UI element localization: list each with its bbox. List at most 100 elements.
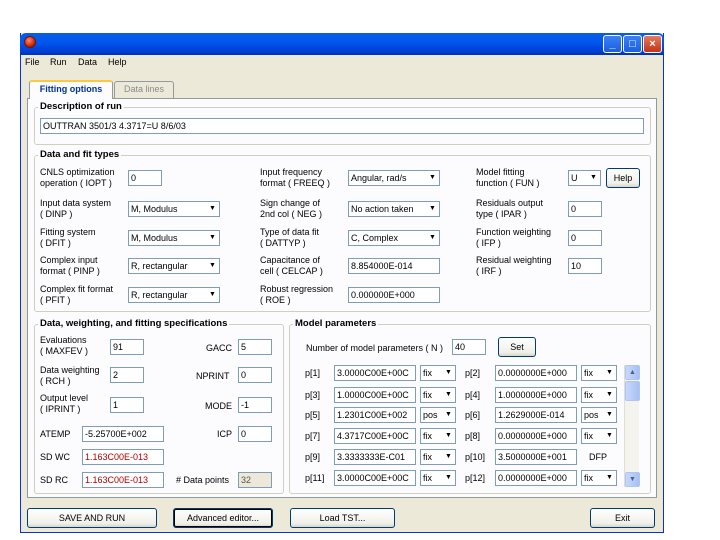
param-mode-select[interactable]: fix ▼ xyxy=(581,470,617,486)
fun-select[interactable]: U ▼ xyxy=(568,170,601,186)
menu-run[interactable]: Run xyxy=(50,57,67,67)
chevron-down-icon[interactable]: ▼ xyxy=(442,450,455,464)
app-icon xyxy=(24,36,36,48)
param-mode-select[interactable]: fix ▼ xyxy=(581,387,617,403)
param-value-field[interactable]: 4.3717C00E+00C xyxy=(334,428,416,444)
param-label: p[1] xyxy=(305,368,321,378)
ipar-field[interactable]: 0 xyxy=(568,201,602,217)
menu-help[interactable]: Help xyxy=(108,57,127,67)
param-value-field[interactable]: 1.2629000E-014 xyxy=(495,407,577,423)
scroll-down-icon[interactable]: ▼ xyxy=(625,472,640,487)
sdrc-field[interactable]: 1.163C00E-013 xyxy=(82,472,164,488)
chevron-down-icon[interactable]: ▼ xyxy=(603,429,616,443)
param-mode-select[interactable]: fix ▼ xyxy=(420,365,456,381)
set-button[interactable]: Set xyxy=(498,337,536,357)
param-mode-value: fix xyxy=(584,368,593,378)
param-mode-select[interactable]: fix ▼ xyxy=(581,365,617,381)
chevron-down-icon[interactable]: ▼ xyxy=(442,366,455,380)
save-and-run-button[interactable]: SAVE AND RUN xyxy=(27,508,157,528)
param-value-field[interactable]: 3.5000000E+001 xyxy=(495,449,577,465)
param-value-field[interactable]: 0.0000000E+000 xyxy=(495,470,577,486)
maximize-icon[interactable]: □ xyxy=(623,35,642,53)
maxfev-field[interactable]: 91 xyxy=(110,339,144,355)
chevron-down-icon[interactable]: ▼ xyxy=(206,259,219,273)
minimize-icon[interactable]: _ xyxy=(603,35,622,53)
data-fit-title: Data and fit types xyxy=(38,149,122,160)
roe-label-1: Robust regression xyxy=(260,284,334,294)
chevron-down-icon[interactable]: ▼ xyxy=(442,388,455,402)
tab-fitting-options[interactable]: Fitting options xyxy=(29,80,113,99)
load-tst-button[interactable]: Load TST... xyxy=(290,508,395,528)
param-mode-value: fix xyxy=(584,473,593,483)
params-scrollbar[interactable]: ▲ ▼ xyxy=(624,365,640,487)
title-bar[interactable] xyxy=(20,33,664,55)
sdrc-label: SD RC xyxy=(40,475,69,485)
chevron-down-icon[interactable]: ▼ xyxy=(603,408,616,422)
sdwc-field[interactable]: 1.163C00E-013 xyxy=(82,449,164,465)
chevron-down-icon[interactable]: ▼ xyxy=(587,171,600,185)
chevron-down-icon[interactable]: ▼ xyxy=(426,171,439,185)
menu-data[interactable]: Data xyxy=(78,57,97,67)
gacc-field[interactable]: 5 xyxy=(238,339,272,355)
param-value-field[interactable]: 1.2301C00E+002 xyxy=(334,407,416,423)
chevron-down-icon[interactable]: ▼ xyxy=(426,202,439,216)
param-mode-select[interactable]: pos ▼ xyxy=(420,407,456,423)
dinp-select[interactable]: M, Modulus ▼ xyxy=(128,201,220,217)
param-value-field[interactable]: 3.0000C00E+00C xyxy=(334,365,416,381)
menu-file[interactable]: File xyxy=(25,57,40,67)
iopt-field[interactable]: 0 xyxy=(128,170,162,186)
param-value-field[interactable]: 1.0000000E+000 xyxy=(495,387,577,403)
tab-data-lines[interactable]: Data lines xyxy=(114,81,174,98)
neg-select[interactable]: No action taken ▼ xyxy=(348,201,440,217)
param-mode-select[interactable]: fix ▼ xyxy=(420,449,456,465)
pinp-select[interactable]: R, rectangular ▼ xyxy=(128,258,220,274)
pfit-select[interactable]: R, rectangular ▼ xyxy=(128,287,220,303)
ifp-field[interactable]: 0 xyxy=(568,230,602,246)
param-value-field[interactable]: 1.0000C00E+00C xyxy=(334,387,416,403)
irf-field[interactable]: 10 xyxy=(568,258,602,274)
param-mode-select[interactable]: fix ▼ xyxy=(420,387,456,403)
mode-field[interactable]: -1 xyxy=(238,397,272,413)
dfit-select[interactable]: M, Modulus ▼ xyxy=(128,230,220,246)
dfit-label-2: ( DFIT ) xyxy=(40,238,71,248)
rch-field[interactable]: 2 xyxy=(110,367,144,383)
advanced-editor-button[interactable]: Advanced editor... xyxy=(173,508,273,528)
exit-button[interactable]: Exit xyxy=(590,508,655,528)
freq-select[interactable]: Angular, rad/s ▼ xyxy=(348,170,440,186)
scroll-up-icon[interactable]: ▲ xyxy=(625,365,640,380)
param-value-field[interactable]: 3.0000C00E+00C xyxy=(334,470,416,486)
param-mode-select[interactable]: fix ▼ xyxy=(420,470,456,486)
cecap-field[interactable]: 8.854000E-014 xyxy=(348,258,440,274)
chevron-down-icon[interactable]: ▼ xyxy=(442,408,455,422)
param-value-field[interactable]: 3.3333333E-C01 xyxy=(334,449,416,465)
atemp-field[interactable]: -5.25700E+002 xyxy=(82,426,164,442)
param-mode-select[interactable]: fix ▼ xyxy=(581,428,617,444)
chevron-down-icon[interactable]: ▼ xyxy=(442,471,455,485)
chevron-down-icon[interactable]: ▼ xyxy=(442,429,455,443)
chevron-down-icon[interactable]: ▼ xyxy=(206,231,219,245)
help-button[interactable]: Help xyxy=(606,168,640,188)
param-mode-select[interactable]: fix ▼ xyxy=(420,428,456,444)
param-value-field[interactable]: 0.0000000E+000 xyxy=(495,365,577,381)
chevron-down-icon[interactable]: ▼ xyxy=(426,231,439,245)
param-mode-select[interactable]: pos ▼ xyxy=(581,407,617,423)
chevron-down-icon[interactable]: ▼ xyxy=(603,471,616,485)
iprint-field[interactable]: 1 xyxy=(110,397,144,413)
roe-field[interactable]: 0.000000E+000 xyxy=(348,287,440,303)
chevron-down-icon[interactable]: ▼ xyxy=(206,202,219,216)
chevron-down-icon[interactable]: ▼ xyxy=(603,388,616,402)
description-input[interactable]: OUTTRAN 3501/3 4.3717=U 8/6/03 xyxy=(40,118,644,134)
param-label: p[12] xyxy=(465,473,486,483)
n-field[interactable]: 40 xyxy=(452,339,486,355)
chevron-down-icon[interactable]: ▼ xyxy=(603,366,616,380)
chevron-down-icon[interactable]: ▼ xyxy=(206,288,219,302)
fun-value: U xyxy=(571,173,578,183)
dattyp-select[interactable]: C, Complex ▼ xyxy=(348,230,440,246)
model-title: Model parameters xyxy=(293,318,379,329)
dinp-value: M, Modulus xyxy=(131,204,178,214)
nprint-field[interactable]: 0 xyxy=(238,367,272,383)
icp-field[interactable]: 0 xyxy=(238,426,272,442)
scroll-thumb[interactable] xyxy=(625,381,640,401)
close-icon[interactable]: × xyxy=(643,35,662,53)
param-value-field[interactable]: 0.0000000E+000 xyxy=(495,428,577,444)
